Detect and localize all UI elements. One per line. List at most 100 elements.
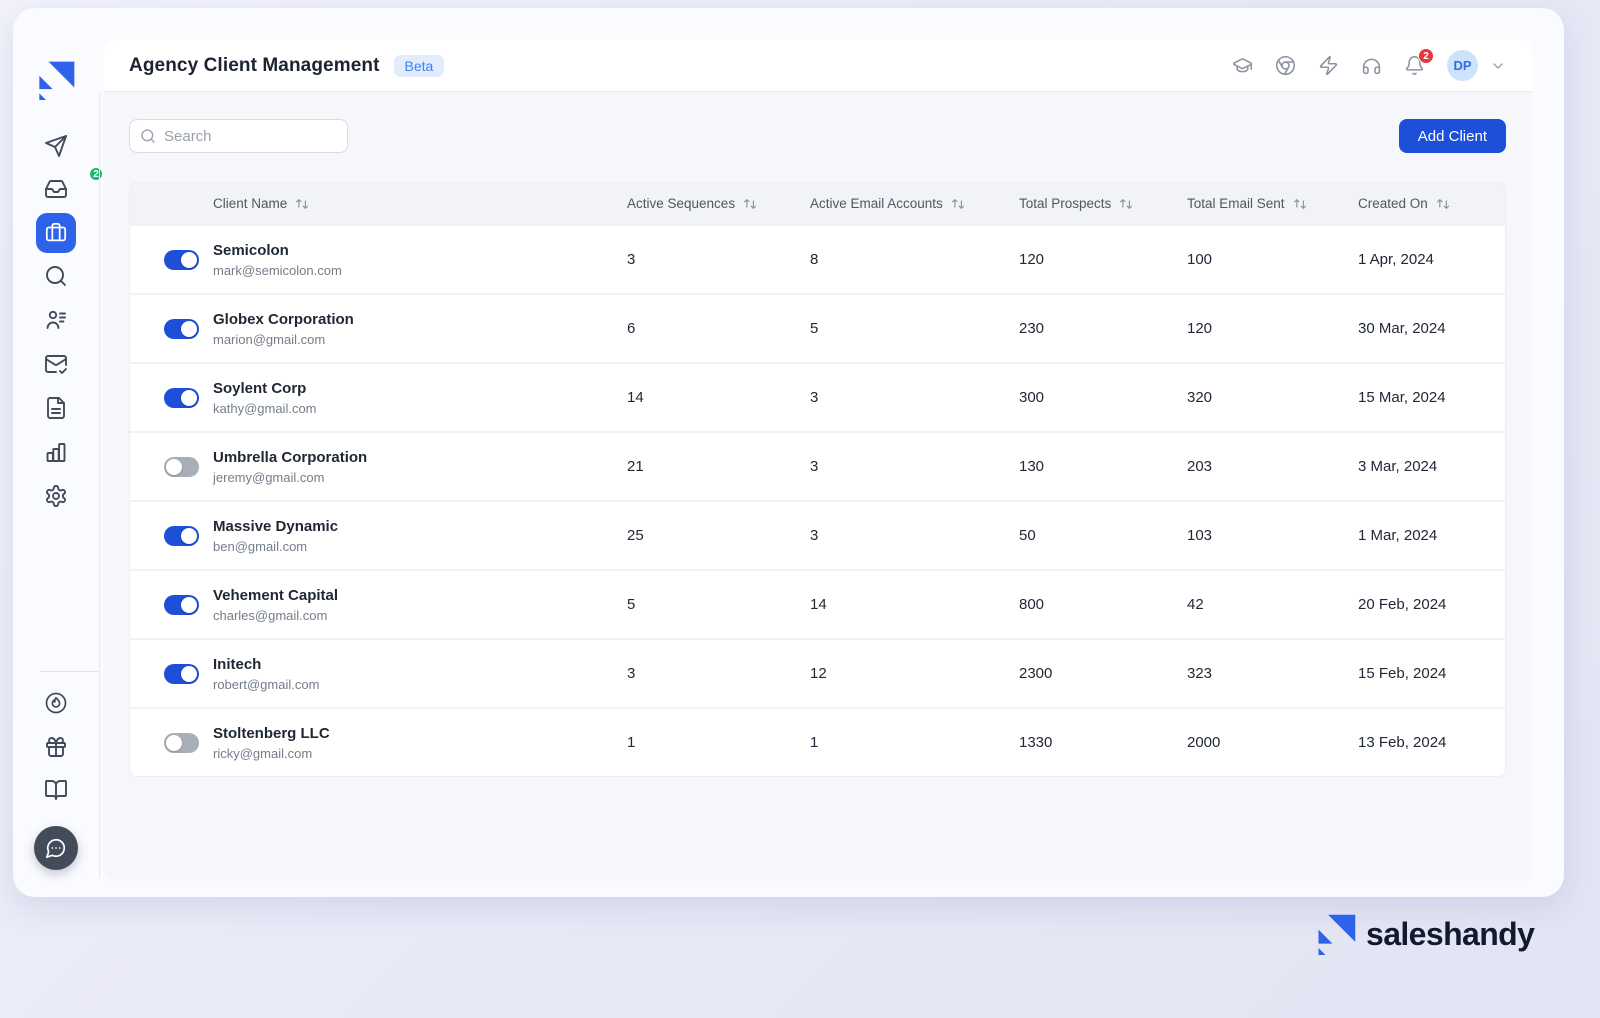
sidebar-item-knowledge-base[interactable] [44,778,68,802]
chevron-down-icon[interactable] [1490,58,1506,74]
add-client-button[interactable]: Add Client [1399,119,1506,153]
client-toggle[interactable] [164,250,199,270]
active-sequences-value: 25 [627,527,810,544]
table-row[interactable]: Soylent Corp kathy@gmail.com 14 3 300 32… [130,362,1505,431]
page-title: Agency Client Management [129,55,380,77]
active-sequences-value: 6 [627,320,810,337]
sort-icon[interactable] [950,197,964,211]
sidebar-item-reports[interactable] [44,440,68,464]
bar-chart-icon [48,444,65,461]
active-sequences-value: 3 [627,251,810,268]
sidebar-item-rewards[interactable] [44,735,68,759]
client-toggle[interactable] [164,457,199,477]
table-row[interactable]: Semicolon mark@semicolon.com 3 8 120 100… [130,224,1505,293]
active-email-accounts-value: 14 [810,596,1019,613]
sort-icon[interactable] [1118,197,1132,211]
total-prospects-value: 230 [1019,320,1187,337]
active-email-accounts-value: 12 [810,665,1019,682]
created-on-value: 3 Mar, 2024 [1358,458,1505,475]
client-name: Initech [213,655,627,675]
sort-icon[interactable] [742,197,756,211]
support-chat-button[interactable] [34,826,78,870]
column-header-active-sequences[interactable]: Active Sequences [627,196,810,211]
quick-actions-zap-icon[interactable] [1318,55,1339,76]
table-row[interactable]: Umbrella Corporation jeremy@gmail.com 21… [130,431,1505,500]
client-toggle[interactable] [164,664,199,684]
table-row[interactable]: Vehement Capital charles@gmail.com 5 14 … [130,569,1505,638]
search-icon [140,128,156,144]
column-header-total-prospects[interactable]: Total Prospects [1019,196,1187,211]
active-sequences-value: 3 [627,665,810,682]
active-email-accounts-value: 3 [810,527,1019,544]
client-email: ricky@gmail.com [213,746,627,761]
client-toggle[interactable] [164,733,199,753]
table-header-row: Client Name Active Sequences Active Emai… [130,183,1505,224]
total-prospects-value: 300 [1019,389,1187,406]
mail-check-icon [46,356,66,373]
client-toggle[interactable] [164,388,199,408]
sort-icon[interactable] [294,197,308,211]
client-toggle[interactable] [164,526,199,546]
active-email-accounts-value: 8 [810,251,1019,268]
active-email-accounts-value: 3 [810,389,1019,406]
sort-icon[interactable] [1292,197,1306,211]
created-on-value: 15 Feb, 2024 [1358,665,1505,682]
column-header-created-on[interactable]: Created On [1358,196,1505,211]
sidebar-item-prospects[interactable] [44,308,68,332]
brand-wordmark: saleshandy [1366,916,1534,953]
academy-graduation-cap-icon[interactable] [1232,55,1253,76]
total-prospects-value: 50 [1019,527,1187,544]
column-header-total-email-sent[interactable]: Total Email Sent [1187,196,1358,211]
search-box [129,119,348,153]
chrome-extension-icon[interactable] [1275,55,1296,76]
table-row[interactable]: Stoltenberg LLC ricky@gmail.com 1 1 1330… [130,707,1505,776]
client-name: Vehement Capital [213,586,627,606]
saleshandy-logo-icon[interactable] [36,60,76,100]
table-row[interactable]: Initech robert@gmail.com 3 12 2300 323 1… [130,638,1505,707]
sidebar-border [99,93,100,878]
sidebar-item-templates[interactable] [44,396,68,420]
user-avatar[interactable]: DP [1447,50,1478,81]
created-on-value: 30 Mar, 2024 [1358,320,1505,337]
sidebar-item-search[interactable] [44,264,68,288]
client-toggle[interactable] [164,595,199,615]
main-panel: Agency Client Management Beta 2 DP Add [104,40,1532,881]
screen: 2 [0,0,1600,1018]
table-body: Semicolon mark@semicolon.com 3 8 120 100… [130,224,1505,776]
support-headphones-icon[interactable] [1361,55,1382,76]
footer-brand: saleshandy [1315,913,1534,955]
send-icon [46,136,66,156]
client-name: Stoltenberg LLC [213,724,627,744]
notifications-button[interactable]: 2 [1404,55,1425,76]
toolbar: Add Client [129,119,1506,153]
sidebar-item-whats-new[interactable] [44,691,68,715]
active-sequences-value: 1 [627,734,810,751]
gift-icon [47,738,65,756]
search-icon [47,267,65,285]
active-sequences-value: 14 [627,389,810,406]
total-email-sent-value: 42 [1187,596,1358,613]
notification-count-badge: 2 [1418,48,1434,64]
sort-icon[interactable] [1435,197,1449,211]
sidebar-item-clients-active[interactable] [36,213,76,253]
book-open-icon [46,781,66,799]
search-input[interactable] [164,128,337,145]
total-prospects-value: 800 [1019,596,1187,613]
sidebar-item-settings[interactable] [44,484,68,508]
sidebar-item-inbox[interactable] [44,177,68,201]
inbox-count-badge: 2 [88,166,104,182]
sidebar-item-sequences[interactable] [44,134,68,158]
client-name: Umbrella Corporation [213,448,627,468]
top-bar: Agency Client Management Beta 2 DP [104,40,1532,92]
column-header-client-name[interactable]: Client Name [130,196,627,211]
table-row[interactable]: Massive Dynamic ben@gmail.com 25 3 50 10… [130,500,1505,569]
created-on-value: 1 Mar, 2024 [1358,527,1505,544]
column-header-active-email-accounts[interactable]: Active Email Accounts [810,196,1019,211]
client-toggle[interactable] [164,319,199,339]
client-name: Semicolon [213,241,627,261]
sidebar-item-email-verification[interactable] [44,352,68,376]
client-name: Globex Corporation [213,310,627,330]
inbox-icon [46,181,66,197]
table-row[interactable]: Globex Corporation marion@gmail.com 6 5 … [130,293,1505,362]
prospects-icon [48,312,66,328]
